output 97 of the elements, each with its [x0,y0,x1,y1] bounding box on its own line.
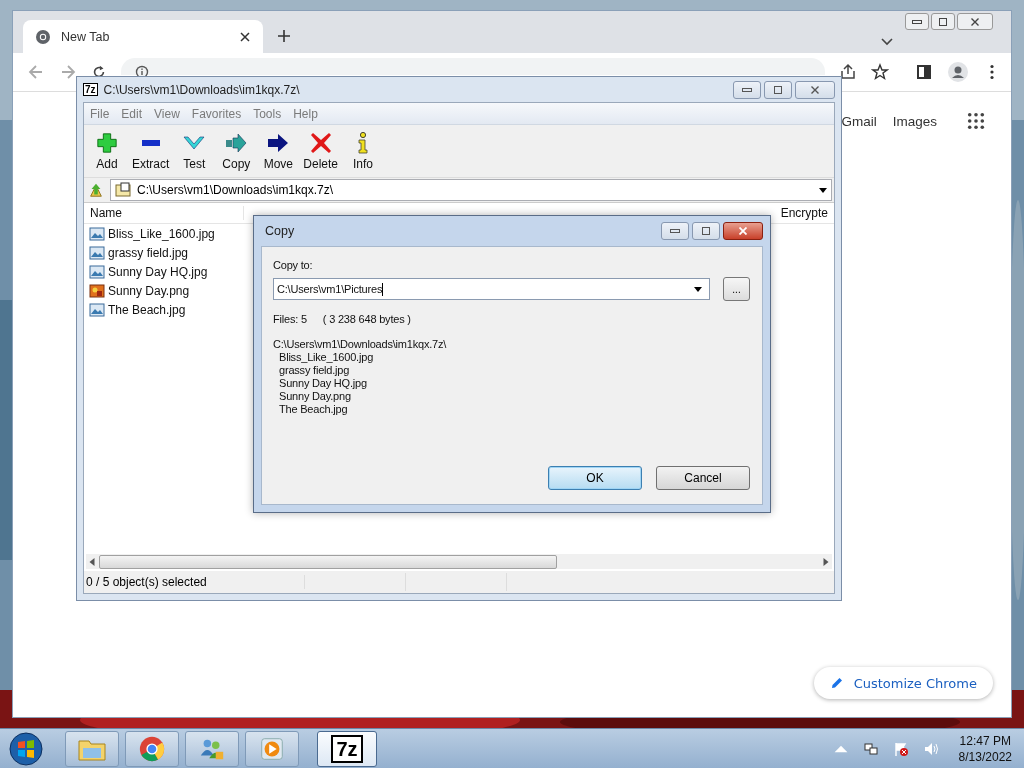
file-name[interactable]: Sunny Day.png [108,283,190,298]
archive-icon [115,182,131,198]
close-icon [739,227,747,235]
info-icon [357,131,370,154]
browser-logo-icon [137,734,167,763]
file-name: Sunny Day HQ.jpg [278,377,368,390]
extract-icon [140,138,161,147]
file-name[interactable]: The Beach.jpg [108,302,186,317]
share-icon[interactable] [839,63,857,81]
picture-file-icon [89,263,105,280]
menu-item[interactable]: Favorites [185,106,248,121]
column-header[interactable]: Encrypte [774,206,834,220]
close-icon [811,85,819,94]
minimize-button[interactable] [733,80,761,99]
window-title: C:\Users\vm1\Downloads\im1kqx.7z\ [103,82,301,97]
app-icon: 7z [331,734,363,763]
toolbar-button[interactable]: Move [257,131,300,171]
menu-item[interactable]: Edit [115,106,149,121]
file-name[interactable]: Bliss_Like_1600.jpg [108,226,215,241]
browse-button[interactable]: ... [723,277,750,301]
picture-file-icon [89,301,105,318]
file-name[interactable]: Sunny Day HQ.jpg [108,264,208,279]
maximize-icon [939,17,947,26]
picture-file-icon [89,225,105,242]
file-name: Sunny Day.png [278,390,352,403]
menu-item[interactable]: View [148,106,186,121]
customize-chrome-button[interactable]: Customize Chrome [813,667,993,699]
folder-up-icon [88,182,104,198]
copy-to-label: Copy to: [273,259,314,271]
network-icon[interactable] [862,740,879,757]
minimize-icon [670,229,680,233]
test-icon [183,135,206,150]
path-field[interactable]: C:\Users\vm1\Downloads\im1kqx.7z\ [110,179,832,201]
taskbar-button[interactable]: 7z [317,730,377,767]
flag-icon[interactable] [892,740,909,757]
picture-file-icon [89,244,105,261]
delete-icon [309,131,332,154]
start-button[interactable] [8,730,44,767]
file-count: Files: 5 [273,313,307,325]
status-text: 0 / 5 object(s) selected [84,575,305,589]
total-size: ( 3 238 648 bytes ) [322,313,411,325]
file-name[interactable]: grassy field.jpg [108,245,189,260]
horizontal-scrollbar[interactable] [86,554,832,569]
new-tab-icon[interactable] [277,29,291,43]
side-panel-icon[interactable] [915,63,933,81]
toolbar-button[interactable]: Extract [128,131,174,171]
profile-icon[interactable] [947,61,969,83]
clock-date[interactable]: 8/13/2022 [958,748,1012,765]
menu-item[interactable]: Tools [247,106,288,121]
maximize-button[interactable] [931,13,955,30]
minimize-icon [742,87,752,92]
image-file-icon [89,282,105,299]
file-name: The Beach.jpg [278,403,349,416]
header-link[interactable]: Gmail [841,113,877,129]
scroll-left-icon[interactable] [89,557,95,566]
header-link[interactable]: Images [892,113,937,129]
toolbar-button[interactable]: Delete [299,131,343,171]
taskbar-button[interactable] [185,730,239,767]
dropdown-icon[interactable] [819,187,827,193]
app-icon: 7z [83,83,98,96]
maximize-button[interactable] [692,222,720,240]
minimize-icon [912,19,922,24]
move-icon [267,132,290,153]
browser-tab[interactable]: New Tab [23,20,263,53]
apps-grid-icon[interactable] [967,112,985,130]
destination-field[interactable]: C:\Users\vm1\Pictures [273,278,710,300]
copy-icon [225,132,248,153]
file-name: Bliss_Like_1600.jpg [278,351,375,364]
column-header[interactable]: Name [84,206,244,220]
toolbar-button[interactable]: Add [86,131,128,171]
star-icon[interactable] [871,63,889,81]
minimize-button[interactable] [905,13,929,30]
toolbar-button[interactable]: Info [342,131,385,171]
minimize-button[interactable] [661,222,689,240]
maximize-button[interactable] [764,80,792,99]
file-name: grassy field.jpg [278,364,351,377]
menu-item[interactable]: Help [287,106,324,121]
toolbar-button[interactable]: Test [173,131,216,171]
close-button[interactable] [723,222,763,240]
maximize-icon [702,227,710,235]
browser-logo-icon [35,28,51,45]
menu-item[interactable]: File [84,106,116,121]
close-icon[interactable] [239,30,251,43]
source-path: C:\Users\vm1\Downloads\im1kqx.7z\ [273,338,448,351]
add-icon [96,131,118,154]
maximize-icon [774,85,782,94]
dialog-button[interactable]: OK [548,466,642,490]
dialog-button[interactable]: Cancel [656,466,750,490]
tab-title: New Tab [61,29,111,44]
toolbar-button[interactable]: Copy [215,131,258,171]
taskbar-button[interactable] [125,730,179,767]
scroll-right-icon[interactable] [823,557,829,566]
close-icon [971,17,979,26]
chevron-icon[interactable] [881,38,893,46]
clock-time[interactable]: 12:47 PM [959,732,1011,749]
dialog-title: Copy [264,224,296,238]
dropdown-icon[interactable] [694,286,702,292]
